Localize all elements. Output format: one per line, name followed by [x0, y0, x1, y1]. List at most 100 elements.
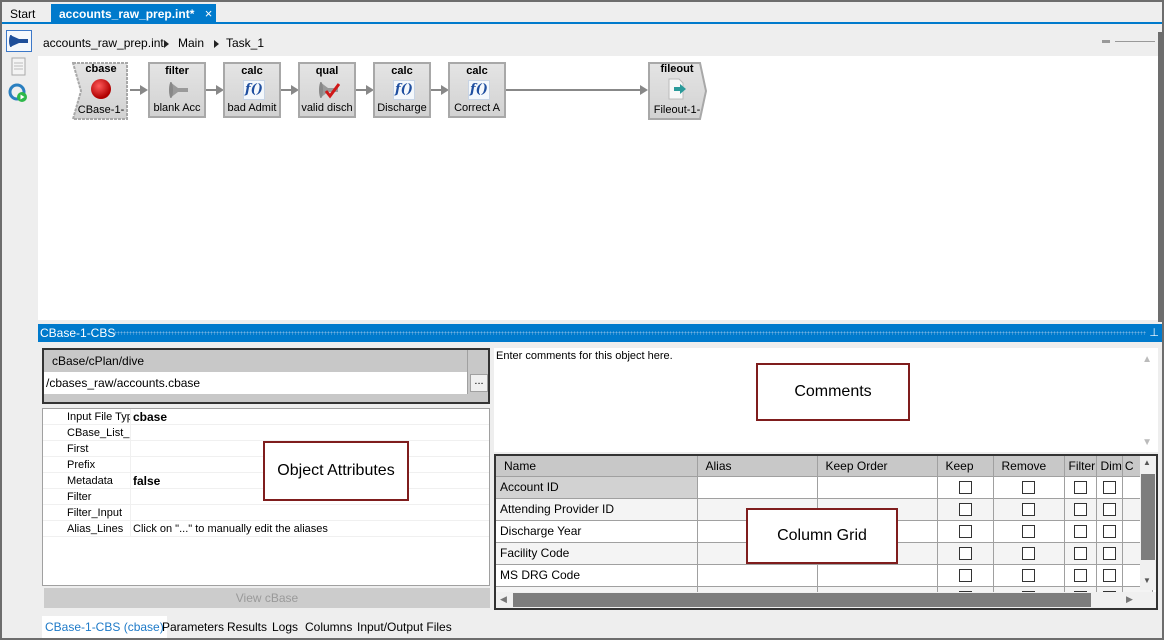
flow-node-calc[interactable]: calc f() Discharge — [373, 62, 431, 118]
table-row[interactable]: Account ID — [496, 476, 1153, 499]
scroll-up-icon[interactable]: ▲ — [1143, 458, 1151, 467]
scroll-left-icon[interactable]: ◀ — [500, 594, 507, 605]
remove-checkbox[interactable] — [1022, 503, 1035, 517]
zoom-slider-knob[interactable] — [1102, 40, 1110, 43]
breadcrumb-item-main[interactable]: Main — [178, 36, 204, 50]
column-name-cell[interactable]: Facility Code — [496, 542, 698, 565]
dim-checkbox[interactable] — [1102, 569, 1116, 583]
attribute-value[interactable]: false — [133, 473, 160, 489]
breadcrumb-item-file[interactable]: accounts_raw_prep.int — [43, 36, 164, 50]
remove-checkbox[interactable] — [1022, 569, 1035, 583]
column-header-alias[interactable]: Alias — [697, 456, 818, 477]
alias-cell[interactable] — [697, 476, 818, 499]
column-name-cell[interactable]: Attending Provider ID — [496, 498, 698, 521]
flow-node-calc[interactable]: calc f() Correct A — [448, 62, 506, 118]
refresh-run-button[interactable] — [6, 82, 32, 104]
keep-checkbox[interactable] — [958, 503, 972, 517]
zoom-slider[interactable] — [1102, 40, 1158, 44]
flow-node-cbase[interactable]: cbase CBase-1- — [72, 62, 130, 120]
attribute-row[interactable]: Filter_Input — [43, 505, 489, 521]
view-cbase-button[interactable]: View cBase — [44, 588, 490, 608]
tab-columns[interactable]: Columns — [305, 616, 352, 638]
filter-checkbox[interactable] — [1073, 569, 1087, 583]
tab-logs[interactable]: Logs — [272, 616, 298, 638]
attribute-row[interactable]: Alias_Lines Click on "..." to manually ed… — [43, 521, 489, 537]
dim-checkbox[interactable] — [1102, 525, 1116, 539]
tab-start[interactable]: Start — [2, 4, 43, 24]
breadcrumb: accounts_raw_prep.int Main Task_1 — [38, 28, 1162, 56]
breadcrumb-separator-icon — [164, 40, 169, 48]
flow-graph-button[interactable] — [6, 30, 32, 52]
column-header-remove[interactable]: Remove — [993, 456, 1065, 477]
tab-parameters[interactable]: Parameters — [162, 616, 224, 638]
attribute-value[interactable]: cbase — [133, 409, 167, 425]
comments-placeholder: Enter comments for this object here. — [496, 350, 673, 362]
node-label: Discharge — [377, 102, 427, 114]
column-grid: Name Alias Keep Order Keep Remove Filter… — [494, 454, 1158, 610]
remove-checkbox[interactable] — [1022, 525, 1035, 539]
flow-node-qual[interactable]: qual valid disch — [298, 62, 356, 118]
close-icon[interactable]: × — [205, 4, 213, 24]
tab-cbase-cbs[interactable]: CBase-1-CBS (cbase) — [42, 616, 167, 638]
scroll-down-icon[interactable]: ▼ — [1142, 437, 1152, 448]
keep-order-cell[interactable] — [817, 564, 938, 587]
node-label: blank Acc — [153, 102, 201, 114]
keep-checkbox[interactable] — [958, 547, 972, 561]
column-header-keep[interactable]: Keep — [937, 456, 994, 477]
flow-node-filter[interactable]: filter blank Acc — [148, 62, 206, 118]
filter-checkbox[interactable] — [1073, 503, 1087, 517]
breadcrumb-item-task[interactable]: Task_1 — [226, 36, 264, 50]
node-type: calc — [391, 65, 413, 77]
tab-accounts-raw-prep[interactable]: accounts_raw_prep.int* × — [51, 4, 217, 24]
filter-checkbox[interactable] — [1073, 481, 1087, 495]
column-header-dim[interactable]: Dim — [1096, 456, 1123, 477]
remove-checkbox[interactable] — [1022, 481, 1035, 495]
dim-checkbox[interactable] — [1102, 481, 1116, 495]
table-row[interactable]: MS DRG Code — [496, 564, 1153, 587]
column-name-cell[interactable]: MS DRG Code — [496, 564, 698, 587]
function-icon: f() — [468, 80, 490, 100]
function-icon: f() — [243, 80, 265, 100]
column-name-cell[interactable]: Discharge Year — [496, 520, 698, 543]
scrollbar-thumb[interactable] — [513, 593, 1091, 607]
flow-canvas[interactable]: cbase CBase-1- filter blank Acc calc f()… — [38, 56, 1158, 320]
attribute-value[interactable]: Click on "..." to manually edit the alia… — [133, 521, 328, 537]
scrollbar-thumb[interactable] — [1141, 474, 1155, 560]
flow-node-calc[interactable]: calc f() bad Admit — [223, 62, 281, 118]
keep-order-cell[interactable] — [817, 476, 938, 499]
tab-label: accounts_raw_prep.int* — [59, 7, 195, 21]
scroll-down-icon[interactable]: ▼ — [1143, 576, 1151, 585]
attribute-row[interactable]: CBase_List_I — [43, 425, 489, 441]
cbase-path-input[interactable]: /cbases_raw/accounts.cbase — [44, 372, 468, 394]
tab-results[interactable]: Results — [227, 616, 267, 638]
scroll-up-icon[interactable]: ▲ — [1142, 354, 1152, 365]
flow-node-fileout[interactable]: fileout Fileout-1- — [648, 62, 708, 120]
attribute-row[interactable]: Input File Typ cbase — [43, 409, 489, 425]
alias-cell[interactable] — [697, 564, 818, 587]
node-type: fileout — [660, 63, 694, 75]
flow-edge — [506, 85, 648, 95]
dim-checkbox[interactable] — [1102, 503, 1116, 517]
attribute-key: Filter_Input — [67, 505, 131, 521]
remove-checkbox[interactable] — [1022, 547, 1035, 561]
pin-icon[interactable]: ⊥ — [1149, 324, 1159, 342]
keep-checkbox[interactable] — [958, 525, 972, 539]
column-header-filter[interactable]: Filter — [1064, 456, 1097, 477]
tab-label: Start — [10, 7, 36, 21]
document-button[interactable] — [6, 56, 32, 78]
grid-vertical-scrollbar[interactable]: ▲ ▼ — [1140, 456, 1156, 590]
filter-checkbox[interactable] — [1073, 547, 1087, 561]
column-name-cell[interactable]: Account ID — [496, 476, 698, 499]
tab-input-output-files[interactable]: Input/Output Files — [357, 616, 452, 638]
keep-checkbox[interactable] — [958, 569, 972, 583]
panel-drag-grip[interactable] — [114, 331, 1146, 335]
browse-button[interactable]: ... — [470, 374, 488, 392]
dim-checkbox[interactable] — [1102, 547, 1116, 561]
filter-checkbox[interactable] — [1073, 525, 1087, 539]
column-header-keep-order[interactable]: Keep Order — [817, 456, 938, 477]
comments-textarea[interactable]: Enter comments for this object here. ▲ ▼… — [494, 348, 1158, 452]
keep-checkbox[interactable] — [958, 481, 972, 495]
column-header-name[interactable]: Name — [496, 456, 698, 477]
scroll-right-icon[interactable]: ▶ — [1126, 594, 1133, 605]
grid-horizontal-scrollbar[interactable]: ◀ ▶ — [496, 592, 1156, 608]
